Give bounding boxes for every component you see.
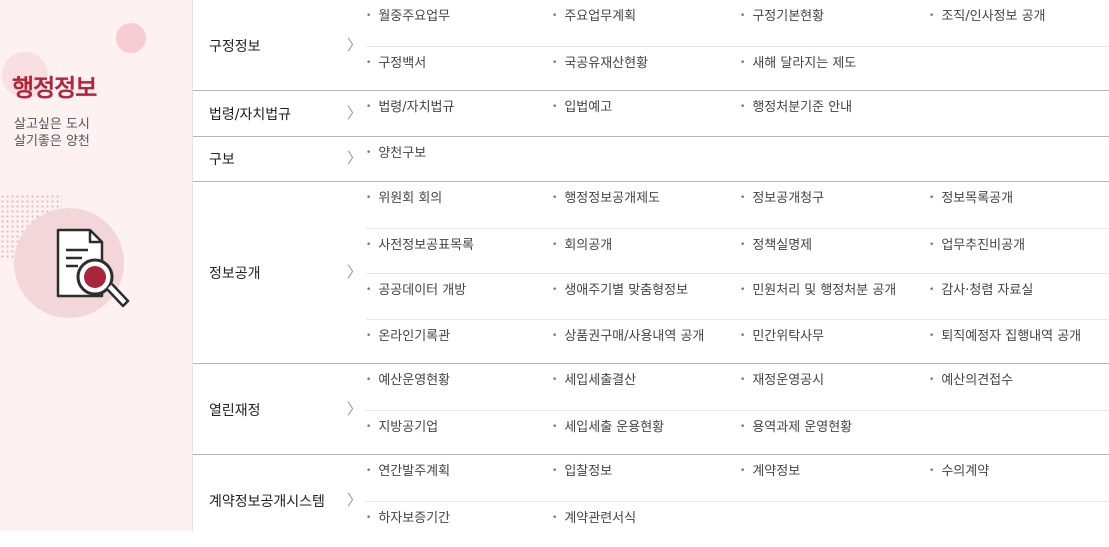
section-title: 행정정보 [12,74,97,102]
menu-link[interactable]: 재정운영공시 [740,364,824,409]
menu-link[interactable]: 지방공기업 [366,411,438,456]
menu-link[interactable]: 세입세출결산 [552,364,636,409]
menu-link[interactable]: 연간발주계획 [366,455,450,500]
chevron-right-icon: 〉 [347,399,363,418]
chevron-right-icon: 〉 [347,103,363,122]
menu-row: 구정백서 국공유재산현황 새해 달라지는 제도 [366,45,1109,92]
category-label[interactable]: 법령/자치법규 [209,104,291,124]
menu-link[interactable]: 국공유재산현황 [552,47,648,92]
menu-link[interactable]: 법령/자치법규 [366,91,454,136]
menu-link[interactable]: 회의공개 [552,229,612,274]
slogan-line: 살기좋은 양천 [14,134,90,149]
admin-info-panel: 행정정보 살고싶은 도시 살기좋은 양천 구정정보〉월중주요업무주요업무계획구정… [0,0,1109,531]
menu-row: 하자보증기간 계약관련서식 [366,500,1109,547]
menu-link[interactable]: 수의계약 [929,455,989,500]
category-label[interactable]: 열린재정 [209,400,261,420]
menu-row: 지방공기업 세입세출 운용현황 용역과제 운영현황 [366,409,1109,456]
menu-link[interactable]: 양천구보 [366,137,426,182]
menu-link[interactable]: 월중주요업무 [366,0,450,45]
menu-link[interactable]: 입법예고 [552,91,612,136]
decor-circle [116,23,146,53]
section-intro: 행정정보 살고싶은 도시 살기좋은 양천 [0,0,192,531]
menu-link[interactable]: 정보목록공개 [929,182,1013,227]
menu-link[interactable]: 계약관련서식 [552,502,636,547]
menu-link[interactable]: 행정정보공개제도 [552,182,660,227]
menu-row: 법령/자치법규 입법예고 행정처분기준 안내 [366,91,1109,136]
menu-link[interactable]: 조직/인사정보 공개 [929,0,1045,45]
section-slogan: 살고싶은 도시 살기좋은 양천 [14,116,90,150]
category-label[interactable]: 정보공개 [209,263,261,283]
menu-link[interactable]: 퇴직예정자 집행내역 공개 [929,320,1081,365]
menu-row: 연간발주계획 입찰정보 계약정보 수의계약 [366,455,1109,500]
category-label[interactable]: 구보 [209,149,235,169]
menu-link[interactable]: 생애주기별 맞춤형정보 [552,274,688,319]
chevron-right-icon: 〉 [347,263,363,281]
category-block: 계약정보공개시스템 〉연간발주계획 입찰정보 계약정보 수의계약하자보증기간 계약관련서식 [193,455,1109,545]
category-block: 구보 〉양천구보 [193,137,1109,182]
menu-link[interactable]: 공공데이터 개방 [366,274,466,319]
menu-row: 온라인기록관 상품권구매/사용내역 공개 민간위탁사무 퇴직예정자 집행내역 공개 [366,318,1109,365]
menu-link[interactable]: 구정기본현황 [740,0,824,45]
category-block: 구정정보 〉월중주요업무 주요업무계획 구정기본현황 조직/인사정보 공개구정백서 국공유… [193,0,1109,91]
chevron-right-icon: 〉 [347,490,363,509]
category-block: 정보공개 〉 위원회 회의 행정정보공개제도 정보공개청구 정보목록공개사전정보공표목록 회… [193,182,1109,364]
category-block: 열린재정 〉예산운영현황 세입세출결산 재정운영공시 예산의견접수지방공기업 세입세출 운… [193,364,1109,455]
menu-link[interactable]: 정책실명제 [740,229,812,274]
menu-link[interactable]: 상품권구매/사용내역 공개 [552,320,704,365]
menu-link[interactable]: 온라인기록관 [366,320,450,365]
menu-link[interactable]: 예산운영현황 [366,364,450,409]
menu-link[interactable]: 민원처리 및 행정처분 공개 [740,274,896,319]
menu-link[interactable]: 예산의견접수 [929,364,1013,409]
menu-link[interactable]: 업무추진비공개 [929,229,1025,274]
menu-row: 사전정보공표목록 회의공개 정책실명제 업무추진비공개 [366,227,1109,274]
menu-link[interactable]: 계약정보 [740,455,800,500]
chevron-right-icon: 〉 [347,35,363,54]
chevron-right-icon: 〉 [347,149,363,168]
category-block: 법령/자치법규〉법령/자치법규입법예고행정처분기준 안내 [193,91,1109,137]
menu-link[interactable]: 새해 달라지는 제도 [740,47,856,92]
menu-row: 예산운영현황 세입세출결산 재정운영공시 예산의견접수 [366,364,1109,409]
menu-link[interactable]: 세입세출 운용현황 [552,411,664,456]
slogan-line: 살고싶은 도시 [14,117,90,132]
menu-link[interactable]: 정보공개청구 [740,182,824,227]
menu-row: 위원회 회의 행정정보공개제도 정보공개청구 정보목록공개 [366,182,1109,227]
menu-link[interactable]: 하자보증기간 [366,502,450,547]
menu-link[interactable]: 사전정보공표목록 [366,229,474,274]
menu-link[interactable]: 입찰정보 [552,455,612,500]
menu-table: 구정정보〉월중주요업무주요업무계획구정기본현황조직/인사정보 공개구정백서국공유… [192,0,1109,531]
menu-link[interactable]: 위원회 회의 [366,182,442,227]
menu-link[interactable]: 주요업무계획 [552,0,636,45]
menu-row: 양천구보 [366,137,1109,182]
menu-row: 공공데이터 개방 생애주기별 맞춤형정보 민원처리 및 행정처분 공개 감사·청렴 자… [366,273,1109,319]
menu-link[interactable]: 용역과제 운영현황 [740,411,852,456]
document-search-icon [56,228,130,308]
menu-link[interactable]: 감사·청렴 자료실 [929,274,1033,319]
menu-link[interactable]: 구정백서 [366,47,426,92]
menu-link[interactable]: 행정처분기준 안내 [740,91,852,136]
category-label[interactable]: 구정정보 [209,36,261,56]
menu-link[interactable]: 민간위탁사무 [740,320,824,365]
category-label[interactable]: 계약정보공개시스템 [209,491,325,511]
menu-row: 월중주요업무 주요업무계획 구정기본현황 조직/인사정보 공개 [366,0,1109,45]
